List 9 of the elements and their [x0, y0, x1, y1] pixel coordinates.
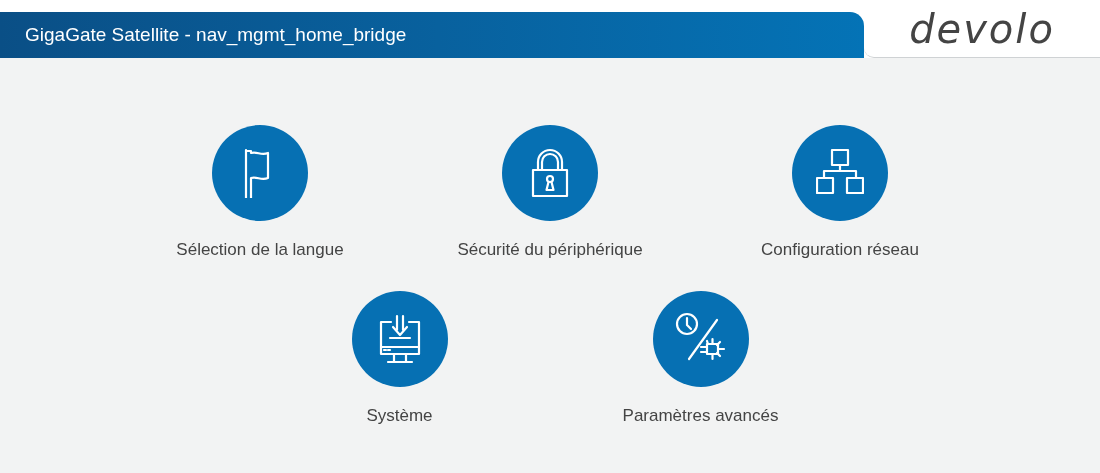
logo: devolo	[909, 8, 1055, 49]
menu-tile[interactable]: Configuration réseau	[695, 125, 985, 263]
menu-tile[interactable]: Paramètres avancés	[555, 290, 846, 428]
menu-tile[interactable]: Sécurité du périphérique	[405, 125, 695, 263]
menu-tile[interactable]: Système	[254, 290, 545, 428]
menu-tile[interactable]: Sélection de la langue	[115, 125, 405, 263]
window-title: GigaGate Satellite - nav_mgmt_home_bridge	[25, 22, 407, 48]
monitor-download-icon	[377, 313, 422, 364]
padlock-icon	[530, 148, 570, 198]
